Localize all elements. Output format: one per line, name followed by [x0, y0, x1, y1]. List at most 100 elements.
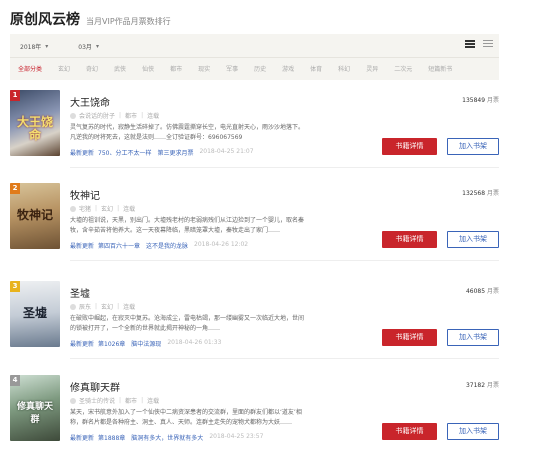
book-cover[interactable]: 3 圣墟	[10, 281, 60, 347]
latest-chapter-link[interactable]: 750、分工不太一样	[98, 148, 151, 157]
latest-chapter-extra[interactable]: 第三更求月票	[157, 148, 193, 157]
latest-chapter-extra[interactable]: 脑洞有多大，世界就有多大	[131, 433, 203, 442]
book-description: 灵气复苏的时代，寂静生活碎掉了。仿佛震霆撕穿长空，电光直射天心，雨沙沙地落下。凡…	[70, 124, 305, 141]
category-tab[interactable]: 全部分类	[18, 64, 42, 73]
book-detail-button[interactable]: 书籍详情	[382, 423, 437, 440]
book-title[interactable]: 修真聊天群	[70, 379, 120, 394]
book-list-item: 4 修真聊天群 修真聊天群 圣骑士的传说 | 都市 | 连载 某天，宋书航意外加…	[10, 375, 499, 453]
add-to-shelf-button[interactable]: 加入书架	[447, 329, 499, 346]
latest-chapter-extra[interactable]: 脑中法源现	[131, 339, 161, 348]
category-tab[interactable]: 现实	[198, 64, 210, 73]
book-title[interactable]: 大王饶命	[70, 94, 110, 109]
author-avatar	[70, 112, 76, 119]
rank-badge: 3	[10, 281, 20, 292]
author-avatar	[70, 397, 76, 404]
book-detail-button[interactable]: 书籍详情	[382, 329, 437, 346]
category-tab[interactable]: 科幻	[338, 64, 350, 73]
rank-badge: 4	[10, 375, 20, 386]
book-description: 大墟的祖训说，天黑，别出门。大墟残老村的老弱病残们从江边捡到了一个婴儿，取名秦牧…	[70, 217, 305, 234]
grid-view-icon[interactable]	[465, 40, 475, 48]
update-time: 2018-04-26 01:33	[167, 339, 222, 346]
book-list-item: 2 牧神记 牧神记 宅猪 | 玄幻 | 连载 大墟的祖训说，天黑，别出门。大墟残…	[10, 183, 499, 261]
category-tab[interactable]: 奇幻	[86, 64, 98, 73]
cover-title: 牧神记	[16, 208, 53, 222]
latest-update: 最新更新 750、分工不太一样 第三更求月票 2018-04-25 21:07	[70, 148, 254, 157]
book-title[interactable]: 圣墟	[70, 285, 90, 300]
book-cover[interactable]: 4 修真聊天群	[10, 375, 60, 441]
category-tab[interactable]: 游戏	[282, 64, 294, 73]
add-to-shelf-button[interactable]: 加入书架	[447, 423, 499, 440]
category-tab[interactable]: 二次元	[394, 64, 412, 73]
book-status: 连载	[147, 113, 160, 120]
update-time: 2018-04-25 23:57	[209, 433, 264, 440]
book-cover[interactable]: 1 大王饶命	[10, 90, 60, 156]
year-select-value: 2018年	[20, 43, 42, 51]
category-tab[interactable]: 武侠	[114, 64, 126, 73]
row-divider	[70, 260, 499, 261]
category-tab[interactable]: 短篇新书	[428, 64, 452, 73]
book-author[interactable]: 宅猪	[79, 204, 91, 213]
rank-badge: 2	[10, 183, 20, 194]
book-list-item: 3 圣墟 圣墟 辰东 | 玄幻 | 连载 在破败中崛起，在寂灭中复苏。沧海成尘，…	[10, 281, 499, 359]
month-select-value: 03月	[78, 43, 92, 51]
ticket-value: 132568	[462, 190, 486, 197]
book-genre[interactable]: 玄幻	[101, 302, 113, 311]
book-author[interactable]: 圣骑士的传说	[79, 396, 115, 405]
latest-chapter-link[interactable]: 第四百六十一章	[98, 241, 140, 250]
book-genre[interactable]: 都市	[125, 396, 137, 405]
category-tab[interactable]: 都市	[170, 64, 182, 73]
cover-title: 修真聊天群	[16, 402, 53, 425]
ticket-count: 46085 月票	[466, 286, 499, 295]
author-avatar	[70, 205, 76, 212]
update-time: 2018-04-26 12:02	[194, 241, 249, 248]
ticket-count: 132568 月票	[462, 188, 499, 197]
category-tab[interactable]: 灵异	[366, 64, 378, 73]
month-select[interactable]: 03月 ▾	[78, 42, 99, 51]
book-detail-button[interactable]: 书籍详情	[382, 138, 437, 155]
book-meta: 圣骑士的传说 | 都市 | 连载	[70, 396, 159, 405]
latest-chapter-extra[interactable]: 这不是我的龙脉	[146, 241, 188, 250]
rank-badge: 1	[10, 90, 20, 101]
category-tab[interactable]: 玄幻	[58, 64, 70, 73]
category-tab[interactable]: 军事	[226, 64, 238, 73]
page-title: 原创风云榜	[10, 12, 80, 28]
filter-divider	[10, 57, 499, 58]
latest-chapter-link[interactable]: 第1026章	[98, 339, 125, 348]
add-to-shelf-button[interactable]: 加入书架	[447, 138, 499, 155]
book-genre[interactable]: 玄幻	[101, 204, 113, 213]
book-description: 在破败中崛起，在寂灭中复苏。沧海成尘，雷电枯竭，那一缕幽雾又一次临近大地，世间的…	[70, 315, 305, 332]
ticket-count: 135849 月票	[462, 95, 499, 104]
add-to-shelf-button[interactable]: 加入书架	[447, 231, 499, 248]
author-avatar	[70, 303, 76, 310]
book-meta: 宅猪 | 玄幻 | 连载	[70, 204, 135, 213]
list-view-icon[interactable]	[483, 40, 493, 48]
category-tab[interactable]: 仙侠	[142, 64, 154, 73]
page-header: 原创风云榜 当月VIP作品月票数排行	[10, 9, 171, 31]
latest-update-label: 最新更新	[70, 435, 95, 442]
book-status: 连载	[123, 304, 136, 311]
book-detail-button[interactable]: 书籍详情	[382, 231, 437, 248]
cover-title: 圣墟	[22, 306, 47, 320]
book-title[interactable]: 牧神记	[70, 187, 100, 202]
chevron-down-icon: ▾	[95, 42, 99, 50]
latest-update: 最新更新 第1026章 脑中法源现 2018-04-26 01:33	[70, 339, 221, 348]
latest-update: 最新更新 第1888章 脑洞有多大，世界就有多大 2018-04-25 23:5…	[70, 433, 263, 442]
year-select[interactable]: 2018年 ▾	[20, 42, 48, 51]
chevron-down-icon: ▾	[45, 42, 49, 50]
book-genre[interactable]: 都市	[125, 111, 137, 120]
ticket-unit: 月票	[486, 97, 499, 104]
book-cover[interactable]: 2 牧神记	[10, 183, 60, 249]
ticket-value: 37182	[465, 382, 486, 389]
book-status: 连载	[147, 398, 160, 405]
ticket-unit: 月票	[486, 190, 499, 197]
latest-chapter-link[interactable]: 第1888章	[98, 433, 125, 442]
book-author[interactable]: 辰东	[79, 302, 91, 311]
category-tab[interactable]: 体育	[310, 64, 322, 73]
category-tab[interactable]: 历史	[254, 64, 266, 73]
book-status: 连载	[123, 206, 136, 213]
latest-update-label: 最新更新	[70, 341, 95, 348]
book-author[interactable]: 会说话的肘子	[79, 111, 115, 120]
update-time: 2018-04-25 21:07	[199, 148, 254, 155]
ticket-unit: 月票	[486, 288, 499, 295]
ticket-count: 37182 月票	[466, 380, 499, 389]
